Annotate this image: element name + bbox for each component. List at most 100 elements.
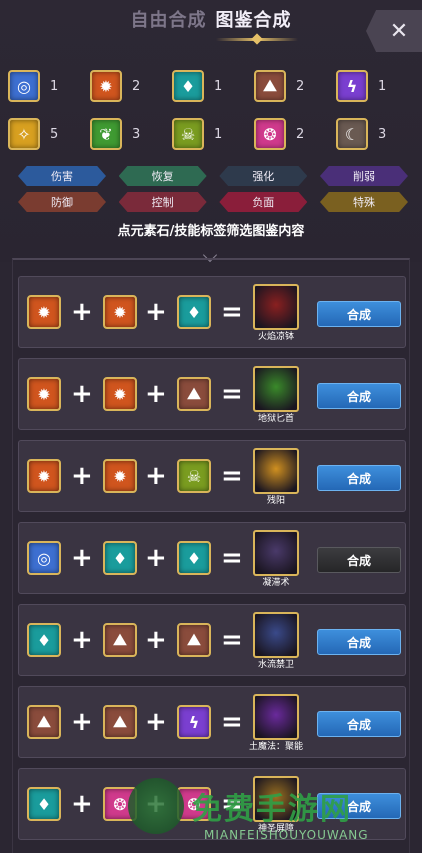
- element-stone-poison[interactable]: ☠ 1: [172, 110, 254, 158]
- craft-button[interactable]: 合成: [317, 301, 401, 327]
- plus-icon: +: [145, 297, 167, 327]
- element-stone-wind[interactable]: ◎ 1: [8, 62, 90, 110]
- leaf-stone-icon: ❦: [90, 118, 122, 150]
- earth-stone-icon: ⛰: [177, 377, 211, 411]
- skill-tag[interactable]: 防御: [18, 192, 106, 212]
- element-stone-leaf[interactable]: ❦ 3: [90, 110, 172, 158]
- tag-row: 伤害 恢复 强化 削弱: [18, 166, 408, 192]
- equals-icon: =: [221, 707, 243, 737]
- element-stone-light[interactable]: ✧ 5: [8, 110, 90, 158]
- equals-icon: =: [221, 543, 243, 573]
- tag-row: 防御 控制 负面 特殊: [18, 192, 408, 218]
- element-stone-charm[interactable]: ❂ 2: [254, 110, 336, 158]
- plus-icon: +: [145, 461, 167, 491]
- equals-icon: =: [221, 625, 243, 655]
- water-stone-icon: ♦: [177, 541, 211, 575]
- light-stone-icon: ✧: [8, 118, 40, 150]
- recipe-result[interactable]: 凝滞术: [249, 530, 303, 589]
- element-count: 2: [132, 78, 141, 94]
- craft-button[interactable]: 合成: [317, 629, 401, 655]
- water-stone-icon: ♦: [172, 70, 204, 102]
- skill-tag[interactable]: 伤害: [18, 166, 106, 186]
- craft-button[interactable]: 合成: [317, 711, 401, 737]
- wind-stone-icon: ◎: [27, 541, 61, 575]
- earth-stone-icon: ⛰: [103, 705, 137, 739]
- water-stone-icon: ♦: [27, 623, 61, 657]
- recipe-card: ✹ ✹ ♦ + + = 火焰凉钵 合成: [18, 276, 406, 348]
- earth-stone-icon: ⛰: [27, 705, 61, 739]
- close-button[interactable]: ✕: [366, 10, 422, 52]
- tab-atlas-craft[interactable]: 图鉴合成: [216, 6, 292, 36]
- skill-result-icon: [253, 530, 299, 576]
- skill-result-name: 地狱匕首: [257, 414, 294, 424]
- recipe-result[interactable]: 地狱匕首: [249, 366, 303, 425]
- watermark-logo-icon: [128, 778, 184, 834]
- element-stone-water[interactable]: ♦ 1: [172, 62, 254, 110]
- water-stone-icon: ♦: [27, 787, 61, 821]
- earth-stone-icon: ⛰: [177, 623, 211, 657]
- craft-button[interactable]: 合成: [317, 383, 401, 409]
- top-panel: 自由合成 图鉴合成 ✕ ◎ 1 ✹ 2 ♦ 1 ⛰ 2 ϟ 1 ✧ 5 ❦ 3 ☠ 1 ❂ 2 ☾ 3 伤害 恢复 强化削…: [0, 0, 422, 263]
- skill-result-icon: [253, 612, 299, 658]
- element-count: 2: [296, 78, 305, 94]
- element-row: ◎ 1 ✹ 2 ♦ 1 ⛰ 2 ϟ 1: [8, 62, 418, 110]
- skill-tag[interactable]: 削弱: [319, 166, 408, 186]
- element-stone-fire[interactable]: ✹ 2: [90, 62, 172, 110]
- fire-stone-icon: ✹: [27, 295, 61, 329]
- equals-icon: =: [221, 297, 243, 327]
- equals-icon: =: [221, 461, 243, 491]
- skill-result-name: 残阳: [266, 496, 285, 506]
- plus-icon: +: [71, 379, 93, 409]
- recipe-result[interactable]: 土魔法：聚能: [249, 694, 303, 753]
- tab-free-craft[interactable]: 自由合成: [130, 6, 206, 36]
- plus-icon: +: [71, 789, 93, 819]
- skill-tag[interactable]: 恢复: [118, 166, 207, 186]
- fire-stone-icon: ✹: [27, 459, 61, 493]
- plus-icon: +: [145, 543, 167, 573]
- skill-tag[interactable]: 强化: [219, 166, 308, 186]
- plus-icon: +: [71, 625, 93, 655]
- plus-icon: +: [71, 543, 93, 573]
- close-icon: ✕: [389, 18, 409, 44]
- skill-result-icon: [253, 366, 299, 412]
- skill-result-icon: [253, 284, 299, 330]
- equals-icon: =: [221, 379, 243, 409]
- element-count: 1: [50, 78, 59, 94]
- recipe-result[interactable]: 水流禁卫: [249, 612, 303, 671]
- earth-stone-icon: ⛰: [254, 70, 286, 102]
- element-count: 1: [214, 126, 223, 142]
- element-count: 3: [378, 126, 387, 142]
- thunder-stone-icon: ϟ: [336, 70, 368, 102]
- recipe-result[interactable]: 火焰凉钵: [249, 284, 303, 343]
- element-stones-grid: ◎ 1 ✹ 2 ♦ 1 ⛰ 2 ϟ 1 ✧ 5 ❦ 3 ☠ 1 ❂ 2 ☾ 3: [8, 62, 418, 158]
- plus-icon: +: [71, 707, 93, 737]
- plus-icon: +: [145, 707, 167, 737]
- skill-result-icon: [253, 694, 299, 740]
- recipe-result[interactable]: 残阳: [249, 448, 303, 507]
- craft-button[interactable]: 合成: [317, 465, 401, 491]
- skill-tag[interactable]: 负面: [219, 192, 308, 212]
- element-count: 3: [132, 126, 141, 142]
- recipe-card: ✹ ✹ ☠ + + = 残阳 合成: [18, 440, 406, 512]
- recipe-card: ⛰ ⛰ ϟ + + = 土魔法：聚能 合成: [18, 686, 406, 758]
- plus-icon: +: [145, 625, 167, 655]
- skill-tag[interactable]: 特殊: [319, 192, 408, 212]
- plus-icon: +: [71, 297, 93, 327]
- element-count: 1: [378, 78, 387, 94]
- craft-button[interactable]: 合成: [317, 547, 401, 573]
- recipe-card: ♦ ⛰ ⛰ + + = 水流禁卫 合成: [18, 604, 406, 676]
- recipe-card: ◎ ♦ ♦ + + = 凝滞术 合成: [18, 522, 406, 594]
- watermark-subtext: MIANFEISHOUYOUWANG: [204, 828, 369, 842]
- fire-stone-icon: ✹: [103, 459, 137, 493]
- skill-tag[interactable]: 控制: [118, 192, 207, 212]
- element-count: 5: [50, 126, 59, 142]
- filter-hint: 点元素石/技能标签筛选图鉴内容: [117, 224, 305, 239]
- element-stone-moon[interactable]: ☾ 3: [336, 110, 418, 158]
- poison-stone-icon: ☠: [177, 459, 211, 493]
- earth-stone-icon: ⛰: [103, 623, 137, 657]
- element-stone-earth[interactable]: ⛰ 2: [254, 62, 336, 110]
- wind-stone-icon: ◎: [8, 70, 40, 102]
- element-stone-thunder[interactable]: ϟ1: [336, 62, 418, 110]
- element-count: 2: [296, 126, 305, 142]
- water-stone-icon: ♦: [177, 295, 211, 329]
